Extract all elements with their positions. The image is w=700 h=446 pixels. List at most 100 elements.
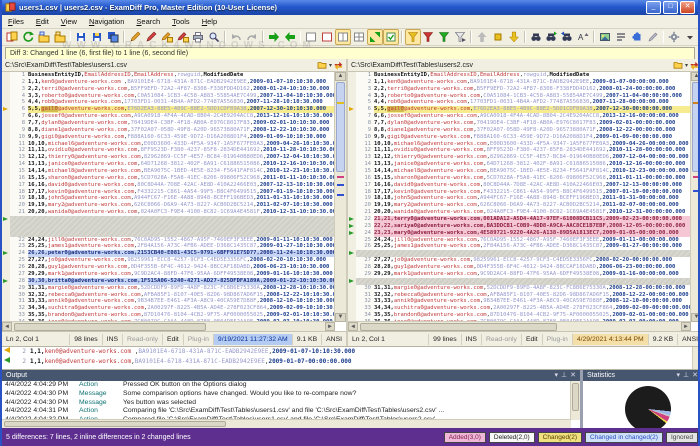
file-line[interactable]: 1615,15,sharon0@adventure-works.com,5CD7… bbox=[2, 175, 335, 182]
open-first-file-button[interactable] bbox=[36, 29, 52, 45]
file-line[interactable]: 3132,32,rebecca0@adventure-works.com,AFB… bbox=[348, 292, 691, 299]
next-difference-button[interactable] bbox=[266, 29, 282, 45]
line-inspector[interactable]: 21,1,ken0@adventure-works.com ,BA9101E4-… bbox=[2, 346, 700, 370]
close-icon[interactable]: ✕ bbox=[570, 370, 576, 381]
file-line[interactable]: 32,2,terri0@adventure-works.com,B5FF9EFD… bbox=[2, 86, 335, 93]
next-diff-down-button[interactable] bbox=[506, 29, 522, 45]
statistics-header[interactable]: Statistics ▾ ⊥ ✕ bbox=[583, 370, 700, 381]
menu-edit[interactable]: Edit bbox=[30, 16, 55, 27]
output-vertical-scrollbar[interactable] bbox=[570, 381, 580, 420]
report-button[interactable] bbox=[597, 29, 613, 45]
file-line[interactable]: 2828,28,guy1@adventure-works.com,0D4F355… bbox=[348, 264, 691, 271]
file-line[interactable]: 2628,28,guy1@adventure-works.com,0D4F355… bbox=[2, 264, 335, 271]
file-line[interactable]: 54,4,rob0@adventure-works.com,17703FD1-0… bbox=[348, 99, 691, 106]
file-line[interactable]: 98,8,diane1@adventure-works.com,37F02A07… bbox=[348, 127, 691, 134]
file-line[interactable]: 1716,16,david0@adventure-works.com,80C8D… bbox=[348, 182, 691, 189]
scroll-left-icon[interactable]: ◄ bbox=[348, 322, 358, 331]
file-line[interactable]: 2527,27,jo0@adventure-works.com,98259961… bbox=[2, 257, 335, 264]
file-line[interactable]: 2221,21,terry0@adventure-works.com,001AD… bbox=[348, 216, 691, 223]
file-line[interactable]: 2224,24,jill0@adventure-works.com,76C0AD… bbox=[2, 237, 335, 244]
file-line[interactable]: 2325,25,james1@adventure-works.com,2F84A… bbox=[2, 243, 335, 250]
save-first-file-button[interactable] bbox=[73, 29, 89, 45]
vertical-split-button[interactable] bbox=[335, 29, 351, 45]
file-line[interactable]: 3334,34,suchitra0@adventure-works.com,2A… bbox=[348, 305, 691, 312]
minimize-button[interactable]: _ bbox=[646, 1, 661, 14]
scroll-up-icon[interactable]: ▲ bbox=[691, 72, 700, 81]
file-line[interactable]: 21,1,ken0@adventure-works.com,BA9101E4-6… bbox=[348, 79, 691, 86]
first-file-vertical-scrollbar[interactable]: ▲ ▼ bbox=[334, 72, 346, 322]
scroll-left-icon[interactable]: ◄ bbox=[2, 322, 12, 331]
print-button[interactable] bbox=[190, 29, 206, 45]
file-line[interactable]: 1817,17,kevin0@adventure-works.com,F4332… bbox=[348, 189, 691, 196]
file-line[interactable]: 1110,10,michael6@adventure-works.com,E00… bbox=[348, 141, 691, 148]
horizontal-split-button[interactable] bbox=[351, 29, 367, 45]
scroll-right-icon[interactable]: ► bbox=[681, 322, 691, 331]
file-line[interactable]: 76,6,jossef0@adventure-works.com,A9CA091… bbox=[2, 113, 335, 120]
file-line[interactable]: 54,4,rob0@adventure-works.com,17703FD1-0… bbox=[2, 99, 335, 106]
file-line[interactable]: 1312,12,thierry0@adventure-works.com,829… bbox=[348, 154, 691, 161]
file-line[interactable]: 65,5,gail0@adventure-works.com,E76D2EA3-… bbox=[2, 106, 335, 113]
file-line[interactable]: 2727,27,jo0@adventure-works.com,98259961… bbox=[348, 257, 691, 264]
file-line[interactable]: 3233,33,annik0@adventure-works.com,9B34B… bbox=[348, 298, 691, 305]
undo-button[interactable] bbox=[228, 29, 244, 45]
save-both-button[interactable] bbox=[105, 29, 121, 45]
menu-navigation[interactable]: Navigation bbox=[83, 16, 130, 27]
file-line[interactable]: 43,3,roberto0@adventure-works.com,C0A510… bbox=[2, 93, 335, 100]
print-preview-button[interactable] bbox=[206, 29, 222, 45]
file-line[interactable]: 2625,25,james1@adventure-works.com,2F84A… bbox=[348, 243, 691, 250]
close-icon[interactable]: ✕ bbox=[692, 370, 698, 381]
edit-first-file-button[interactable] bbox=[127, 29, 143, 45]
match-case-button[interactable]: A bbox=[575, 29, 591, 45]
file-line[interactable]: 1211,11,ovidiu0@adventure-works.com,8FF9… bbox=[348, 147, 691, 154]
auto-recompare-button[interactable] bbox=[383, 29, 399, 45]
file-line[interactable]: 1514,14,michael8@adventure-works.com,BEA… bbox=[348, 168, 691, 175]
file-line[interactable]: 1918,18,john5@adventure-works.com,A944FC… bbox=[348, 195, 691, 202]
file-line[interactable]: 87,7,dylan0@adventure-works.com,70419DE4… bbox=[348, 120, 691, 127]
menu-tools[interactable]: Tools bbox=[166, 16, 196, 27]
file-line[interactable]: 1312,12,thierry0@adventure-works.com,829… bbox=[2, 154, 335, 161]
first-file-content[interactable]: 1BusinessEntityID,EmailAddressID,EmailAd… bbox=[2, 72, 335, 322]
line-report-button[interactable] bbox=[613, 29, 629, 45]
filter-changed-button[interactable] bbox=[452, 29, 468, 45]
file-line[interactable]: 3435,35,brandon0@adventure-works.com,87D… bbox=[348, 312, 691, 319]
file-line[interactable]: 109,9,gigi0@adventure-works.com,F888A160… bbox=[348, 134, 691, 141]
swap-files-icon[interactable] bbox=[334, 61, 343, 70]
file-line[interactable]: 1211,11,ovidiu0@adventure-works.com,8FF9… bbox=[2, 147, 335, 154]
file-line[interactable]: 109,9,gigi0@adventure-works.com,F888A160… bbox=[2, 134, 335, 141]
file-line[interactable]: 2019,19,mary2@adventure-works.com,626C80… bbox=[348, 202, 691, 209]
edit-second-file-button[interactable] bbox=[143, 29, 159, 45]
find-previous-button[interactable] bbox=[559, 29, 575, 45]
close-button[interactable]: ✕ bbox=[680, 1, 695, 14]
chevron-down-icon[interactable]: ▾ bbox=[685, 62, 688, 69]
scroll-up-icon[interactable]: ▲ bbox=[335, 72, 346, 81]
file-line[interactable]: 1BusinessEntityID,EmailAddressID,EmailAd… bbox=[348, 72, 691, 79]
open-file-icon[interactable] bbox=[317, 61, 327, 69]
plugins-button[interactable] bbox=[629, 29, 645, 45]
menu-search[interactable]: Search bbox=[130, 16, 166, 27]
file-line[interactable]: 1413,13,janice0@adventure-works.com,64D7… bbox=[2, 161, 335, 168]
file-line[interactable]: 65,5,gail0@adventure-works.com,E76D2EA3-… bbox=[348, 106, 691, 113]
file-line[interactable]: 2931,31,margie0@adventure-works.com,52DC… bbox=[2, 285, 335, 292]
swap-files-icon[interactable] bbox=[690, 61, 699, 70]
file-line[interactable]: 3133,33,annik0@adventure-works.com,9B34B… bbox=[2, 298, 335, 305]
chevron-down-icon[interactable]: ▾ bbox=[677, 370, 681, 381]
file-line[interactable]: 2729,29,mark1@adventure-works.com,9C9D2A… bbox=[2, 271, 335, 278]
file-line[interactable]: 76,6,jossef0@adventure-works.com,A9CA091… bbox=[348, 113, 691, 120]
readonly-first-button[interactable] bbox=[159, 29, 175, 45]
file-line[interactable]: 2019,19,mary2@adventure-works.com,626C80… bbox=[2, 202, 335, 209]
file-line[interactable]: 87,7,dylan0@adventure-works.com,70419DE4… bbox=[2, 120, 335, 127]
save-second-file-button[interactable] bbox=[89, 29, 105, 45]
edit-plugin-button[interactable] bbox=[645, 29, 661, 45]
chevron-down-icon[interactable]: ▾ bbox=[555, 370, 559, 381]
file-line[interactable]: 2423,23,mary0@adventure-works.com,4E5897… bbox=[348, 230, 691, 237]
file-line[interactable]: 43,3,roberto0@adventure-works.com,C0A510… bbox=[348, 93, 691, 100]
readonly-second-button[interactable] bbox=[175, 29, 191, 45]
file-line[interactable]: 21,1,ken0@adventure-works.com ,BA9101E4-… bbox=[2, 79, 335, 86]
second-file-vertical-scrollbar[interactable]: ▲ ▼ bbox=[690, 72, 700, 322]
file-line[interactable]: 1918,18,john5@adventure-works.com,A944FC… bbox=[2, 195, 335, 202]
file-line[interactable]: 1413,13,janice0@adventure-works.com,64D7… bbox=[348, 161, 691, 168]
file-line[interactable]: 1817,17,kevin0@adventure-works.com,F4332… bbox=[2, 189, 335, 196]
find-button[interactable] bbox=[528, 29, 544, 45]
show-first-only-button[interactable] bbox=[303, 29, 319, 45]
file-line[interactable]: 1514,14,michael8@adventure-works.com,BEA… bbox=[2, 168, 335, 175]
